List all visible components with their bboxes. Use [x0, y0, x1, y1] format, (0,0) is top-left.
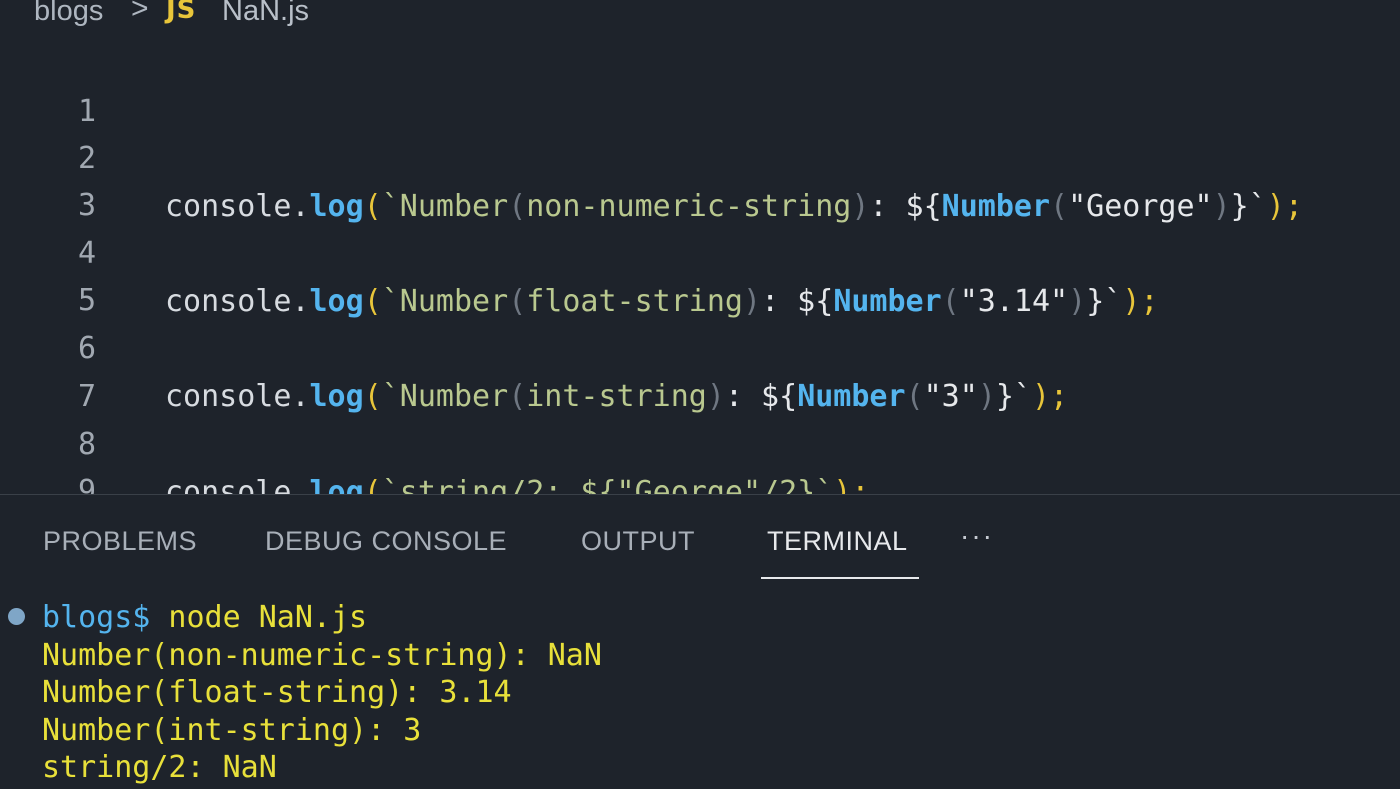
command-status-icon[interactable] — [8, 608, 25, 625]
javascript-file-icon: JS — [166, 0, 197, 25]
terminal-output-line: Number(int-string): 3 — [42, 713, 422, 748]
tab-terminal[interactable]: TERMINAL — [767, 526, 908, 557]
code-editor[interactable]: 1 2 console.log(`Number(non-numeric-stri… — [0, 40, 1400, 495]
breadcrumb-file[interactable]: NaN.js — [222, 0, 309, 28]
tab-debug-console[interactable]: DEBUG CONSOLE — [265, 526, 507, 557]
terminal-command: node NaN.js — [150, 600, 368, 635]
terminal-output-line: Number(float-string): 3.14 — [42, 675, 512, 710]
terminal-output-line: Number(non-numeric-string): NaN — [42, 638, 602, 673]
code-line: 6 console.log(`Number(int-string): ${Num… — [0, 277, 1400, 414]
code-line: 1 — [0, 40, 1400, 129]
terminal-output-line: string/2: NaN — [42, 750, 277, 785]
code-line: 3 — [0, 134, 1400, 223]
tab-output[interactable]: OUTPUT — [581, 526, 695, 557]
code-line: 4 console.log(`Number(float-string): ${N… — [0, 182, 1400, 319]
code-line: 7 — [0, 325, 1400, 414]
tab-problems[interactable]: PROBLEMS — [43, 526, 197, 557]
breadcrumb-folder[interactable]: blogs — [34, 0, 103, 28]
terminal-prompt-line: blogs$ node NaN.js — [42, 599, 367, 637]
breadcrumb: blogs > JS NaN.js — [0, 0, 1400, 34]
terminal[interactable]: blogs$ node NaN.js Number(non-numeric-st… — [0, 595, 1400, 789]
code-line: 2 console.log(`Number(non-numeric-string… — [0, 87, 1400, 224]
panel-divider[interactable] — [0, 494, 1400, 495]
terminal-prompt: blogs$ — [42, 600, 151, 635]
code-line: 10 — [0, 468, 1400, 495]
more-icon[interactable]: ··· — [960, 520, 994, 552]
code-line: 8 console.log(`string/2: ${"George"/2}`)… — [0, 373, 1400, 495]
code-line: 9 — [0, 420, 1400, 495]
active-tab-indicator — [761, 577, 919, 579]
panel-tab-bar: PROBLEMS DEBUG CONSOLE OUTPUT TERMINAL ·… — [0, 520, 1400, 582]
chevron-right-icon: > — [131, 0, 149, 25]
code-line: 5 — [0, 229, 1400, 318]
